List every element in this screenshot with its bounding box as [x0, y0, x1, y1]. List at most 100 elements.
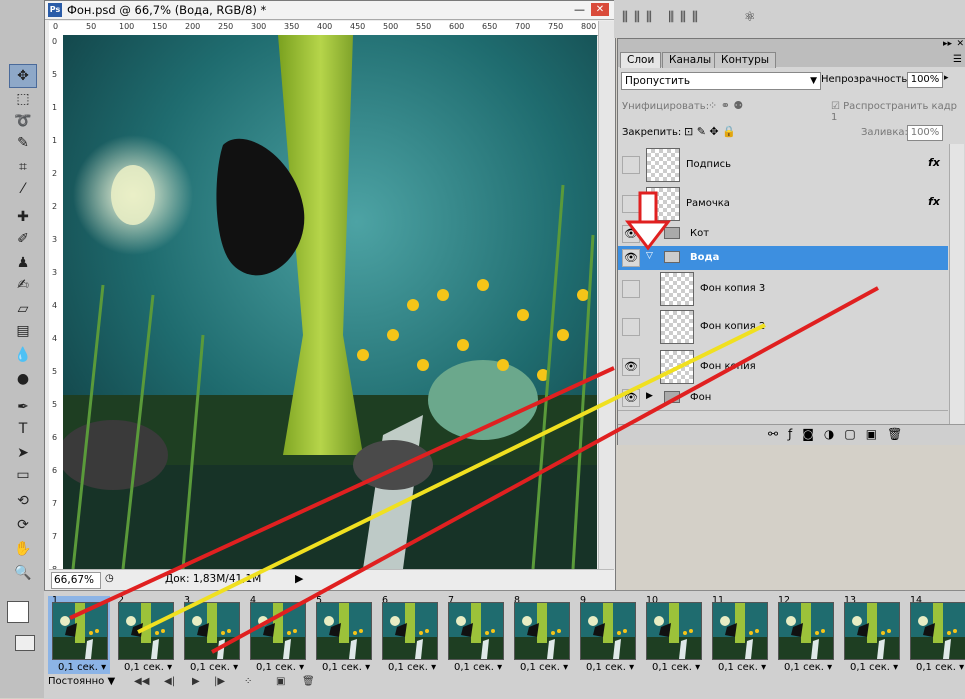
- animation-frame[interactable]: 10 0,1 сек. ▾: [642, 595, 704, 674]
- panel-close-icon[interactable]: ✕: [956, 39, 964, 49]
- animation-frame[interactable]: 1 0,1 сек. ▾: [48, 595, 110, 674]
- panel-menu-icon[interactable]: ☰: [953, 54, 962, 65]
- animation-frame[interactable]: 9 0,1 сек. ▾: [576, 595, 638, 674]
- animation-frame[interactable]: 3 0,1 сек. ▾: [180, 595, 242, 674]
- frame-delay[interactable]: 0,1 сек. ▾: [388, 662, 436, 673]
- collapse-arrow-icon[interactable]: ▽: [646, 251, 653, 261]
- dodge-tool-icon[interactable]: ●: [10, 368, 36, 390]
- healing-brush-tool-icon[interactable]: ✚: [10, 206, 36, 228]
- eye-icon[interactable]: 👁: [622, 389, 640, 407]
- pen-tool-icon[interactable]: ✒: [10, 396, 36, 418]
- next-frame-icon[interactable]: |▶: [214, 676, 225, 687]
- unify-icons[interactable]: ⁘ ⚭ ⚉: [708, 99, 743, 112]
- propagate-frame-checkbox[interactable]: ☑ Распространить кадр 1: [831, 101, 965, 123]
- frame-delay[interactable]: 0,1 сек. ▾: [652, 662, 700, 673]
- layer-row[interactable]: Фон копия 2: [618, 306, 948, 347]
- animation-frame[interactable]: 6 0,1 сек. ▾: [378, 595, 440, 674]
- frame-delay[interactable]: 0,1 сек. ▾: [850, 662, 898, 673]
- auto-align-icon[interactable]: ⚛: [744, 10, 756, 25]
- frame-delay[interactable]: 0,1 сек. ▾: [256, 662, 304, 673]
- path-select-tool-icon[interactable]: ➤: [10, 442, 36, 464]
- align-icons[interactable]: ⫼⫼⫼ ⫼⫼⫼: [622, 10, 704, 25]
- expand-arrow-icon[interactable]: ▶: [646, 391, 653, 401]
- frame-delay[interactable]: 0,1 сек. ▾: [58, 662, 106, 673]
- collapse-icon[interactable]: ▸▸: [943, 39, 952, 49]
- layer-group-row-selected[interactable]: 👁 ▽ Вода: [618, 246, 948, 271]
- play-icon[interactable]: ▶: [192, 676, 200, 687]
- frame-delay[interactable]: 0,1 сек. ▾: [322, 662, 370, 673]
- zoom-tool-icon[interactable]: 🔍: [10, 562, 36, 584]
- quick-select-tool-icon[interactable]: ✎: [10, 132, 36, 154]
- fill-input[interactable]: 100%: [907, 125, 943, 141]
- status-menu-icon[interactable]: ◷: [105, 573, 114, 584]
- marquee-tool-icon[interactable]: ⬚: [10, 88, 36, 110]
- layer-group-row[interactable]: 👁 ▶ Фон: [618, 386, 948, 411]
- fx-icon[interactable]: fx: [928, 156, 940, 169]
- animation-frame[interactable]: 11 0,1 сек. ▾: [708, 595, 770, 674]
- quick-mask-icon[interactable]: [15, 635, 35, 651]
- close-icon[interactable]: ✕: [591, 3, 609, 16]
- prev-frame-icon[interactable]: ◀|: [164, 676, 175, 687]
- frame-delay[interactable]: 0,1 сек. ▾: [454, 662, 502, 673]
- eye-icon[interactable]: 👁: [622, 358, 640, 376]
- animation-frame[interactable]: 4 0,1 сек. ▾: [246, 595, 308, 674]
- visibility-toggle[interactable]: [622, 156, 640, 174]
- fx-icon[interactable]: fx: [928, 195, 940, 208]
- animation-frame[interactable]: 14 0,1 сек. ▾: [906, 595, 965, 674]
- opacity-slider-icon[interactable]: ▸: [944, 73, 949, 83]
- animation-frame[interactable]: 2 0,1 сек. ▾: [114, 595, 176, 674]
- layer-row[interactable]: Подпись fx: [618, 144, 948, 185]
- lock-icons[interactable]: ⊡ ✎ ✥ 🔒: [684, 125, 736, 138]
- frame-delay[interactable]: 0,1 сек. ▾: [718, 662, 766, 673]
- blur-tool-icon[interactable]: 💧: [10, 344, 36, 366]
- animation-frame[interactable]: 5 0,1 сек. ▾: [312, 595, 374, 674]
- 3d-rotate-tool-icon[interactable]: ⟲: [10, 490, 36, 512]
- eyedropper-tool-icon[interactable]: ⁄: [10, 178, 36, 200]
- crop-tool-icon[interactable]: ⌗: [10, 156, 36, 178]
- delete-frame-icon[interactable]: 🗑: [302, 676, 315, 687]
- tab-channels[interactable]: Каналы: [662, 52, 719, 68]
- stamp-tool-icon[interactable]: ♟: [10, 252, 36, 274]
- animation-frame[interactable]: 7 0,1 сек. ▾: [444, 595, 506, 674]
- status-arrow-icon[interactable]: ▶: [295, 572, 303, 585]
- gradient-tool-icon[interactable]: ▤: [10, 320, 36, 342]
- layer-row[interactable]: 👁 Фон копия: [618, 346, 948, 387]
- minimize-icon[interactable]: —: [574, 3, 585, 16]
- 3d-orbit-tool-icon[interactable]: ⟳: [10, 514, 36, 536]
- layer-actions-icons[interactable]: ⚯ƒ◙◑▢▣🗑: [768, 427, 912, 441]
- shape-tool-icon[interactable]: ▭: [10, 464, 36, 486]
- frame-delay[interactable]: 0,1 сек. ▾: [916, 662, 964, 673]
- tab-layers[interactable]: Слои: [620, 52, 662, 68]
- eye-icon[interactable]: 👁: [622, 249, 640, 267]
- frame-delay[interactable]: 0,1 сек. ▾: [520, 662, 568, 673]
- tab-paths[interactable]: Контуры: [714, 52, 777, 68]
- layer-row[interactable]: Фон копия 3: [618, 270, 948, 307]
- move-tool-icon[interactable]: ✥: [9, 64, 37, 88]
- layer-row[interactable]: Рамочка fx: [618, 184, 948, 223]
- animation-frame[interactable]: 12 0,1 сек. ▾: [774, 595, 836, 674]
- type-tool-icon[interactable]: T: [10, 418, 36, 440]
- new-frame-icon[interactable]: ▣: [276, 676, 285, 687]
- first-frame-icon[interactable]: ◀◀: [134, 676, 149, 687]
- brush-tool-icon[interactable]: ✐: [10, 228, 36, 250]
- eye-icon[interactable]: 👁: [622, 225, 640, 243]
- foreground-color-swatch[interactable]: [7, 601, 29, 623]
- frame-delay[interactable]: 0,1 сек. ▾: [124, 662, 172, 673]
- hand-tool-icon[interactable]: ✋: [10, 538, 36, 560]
- visibility-toggle[interactable]: [622, 318, 640, 336]
- blend-mode-select[interactable]: Пропустить ▼: [621, 72, 821, 90]
- image-canvas[interactable]: [63, 35, 597, 569]
- vertical-scrollbar[interactable]: [598, 21, 615, 569]
- zoom-level[interactable]: 66,67%: [51, 572, 101, 589]
- layers-scrollbar[interactable]: [949, 144, 964, 424]
- frame-delay[interactable]: 0,1 сек. ▾: [784, 662, 832, 673]
- opacity-input[interactable]: 100%: [907, 72, 943, 88]
- eraser-tool-icon[interactable]: ▱: [10, 298, 36, 320]
- visibility-toggle[interactable]: [622, 280, 640, 298]
- history-brush-tool-icon[interactable]: ✍: [10, 274, 36, 296]
- visibility-toggle[interactable]: [622, 195, 640, 213]
- expand-arrow-icon[interactable]: ▶: [646, 227, 653, 237]
- frame-delay[interactable]: 0,1 сек. ▾: [190, 662, 238, 673]
- loop-select[interactable]: Постоянно ▼: [48, 676, 115, 687]
- layer-group-row[interactable]: 👁 ▶ Кот: [618, 222, 948, 247]
